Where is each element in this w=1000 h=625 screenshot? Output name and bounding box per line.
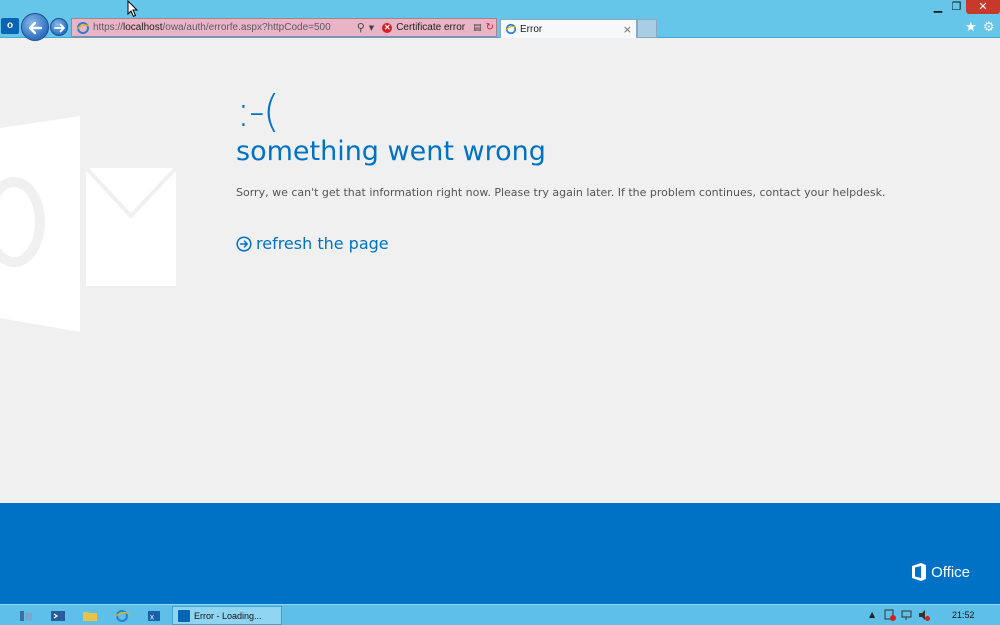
exchange-icon[interactable]: x: [146, 609, 162, 623]
compat-view-icon[interactable]: ▤: [473, 23, 482, 33]
outlook-watermark-logo: [0, 116, 178, 332]
network-icon[interactable]: [901, 609, 913, 621]
taskbar-item-error[interactable]: Error - Loading...: [172, 606, 282, 625]
svg-text:x: x: [150, 613, 154, 622]
error-message: Sorry, we can't get that information rig…: [236, 186, 886, 199]
back-button[interactable]: [21, 13, 49, 41]
forward-button[interactable]: [50, 18, 68, 36]
dropdown-icon[interactable]: ▼: [369, 24, 374, 32]
close-window-button[interactable]: ✕: [966, 0, 1000, 14]
certificate-error-label[interactable]: Certificate error: [396, 22, 465, 33]
new-tab-button[interactable]: [637, 19, 657, 38]
taskbar: x Error - Loading... ▲ 21:52: [0, 604, 1000, 625]
outlook-task-icon: [178, 609, 190, 622]
url-text[interactable]: https://localhost/owa/auth/errorfe.aspx?…: [93, 22, 355, 33]
refresh-icon[interactable]: ↻: [486, 22, 494, 33]
powershell-icon[interactable]: [50, 609, 66, 623]
forward-arrow-icon: [54, 23, 65, 33]
office-logo-icon: [912, 563, 927, 581]
tab-title: Error: [520, 23, 543, 35]
page-footer: Office: [0, 503, 1000, 604]
internet-explorer-icon[interactable]: [114, 609, 130, 623]
taskbar-clock[interactable]: 21:52: [952, 610, 975, 620]
arrow-circle-icon: [236, 235, 252, 252]
browser-chrome: o https://localhost/owa/auth/errorfe.asp…: [0, 0, 1000, 41]
volume-icon[interactable]: [918, 609, 930, 621]
search-icon[interactable]: ⚲: [357, 21, 365, 34]
taskbar-item-label: Error - Loading...: [194, 610, 262, 621]
office-brand-text: Office: [931, 563, 970, 581]
settings-gear-icon[interactable]: ⚙: [983, 20, 995, 35]
refresh-page-link[interactable]: refresh the page: [236, 234, 389, 253]
office-brand: Office: [911, 562, 970, 582]
url-host: localhost: [123, 22, 163, 33]
url-path: /owa/auth/errorfe.aspx?httpCode=500: [162, 22, 331, 33]
error-headline: something went wrong: [236, 136, 546, 167]
restore-button[interactable]: ❐: [948, 0, 965, 14]
server-manager-icon[interactable]: [18, 609, 34, 623]
refresh-page-label[interactable]: refresh the page: [256, 234, 389, 253]
show-hidden-icons[interactable]: ▲: [869, 610, 875, 619]
outlook-app-icon[interactable]: o: [1, 18, 19, 34]
close-tab-icon[interactable]: ×: [623, 23, 632, 36]
ie-page-icon: [76, 21, 90, 34]
minimize-button[interactable]: ▁: [929, 0, 947, 14]
sad-emoticon: :-(: [236, 86, 280, 137]
mouse-cursor-icon: [127, 0, 139, 18]
url-scheme: https://: [93, 22, 124, 33]
ie-tab-icon: [505, 23, 517, 35]
certificate-error-icon[interactable]: ✕: [382, 22, 393, 33]
tab-error[interactable]: Error ×: [500, 19, 637, 38]
address-bar[interactable]: https://localhost/owa/auth/errorfe.aspx?…: [71, 18, 497, 37]
back-arrow-icon: [28, 21, 43, 35]
action-center-icon[interactable]: [884, 609, 896, 621]
file-explorer-icon[interactable]: [82, 609, 98, 623]
favorites-star-icon[interactable]: ★: [965, 20, 977, 35]
